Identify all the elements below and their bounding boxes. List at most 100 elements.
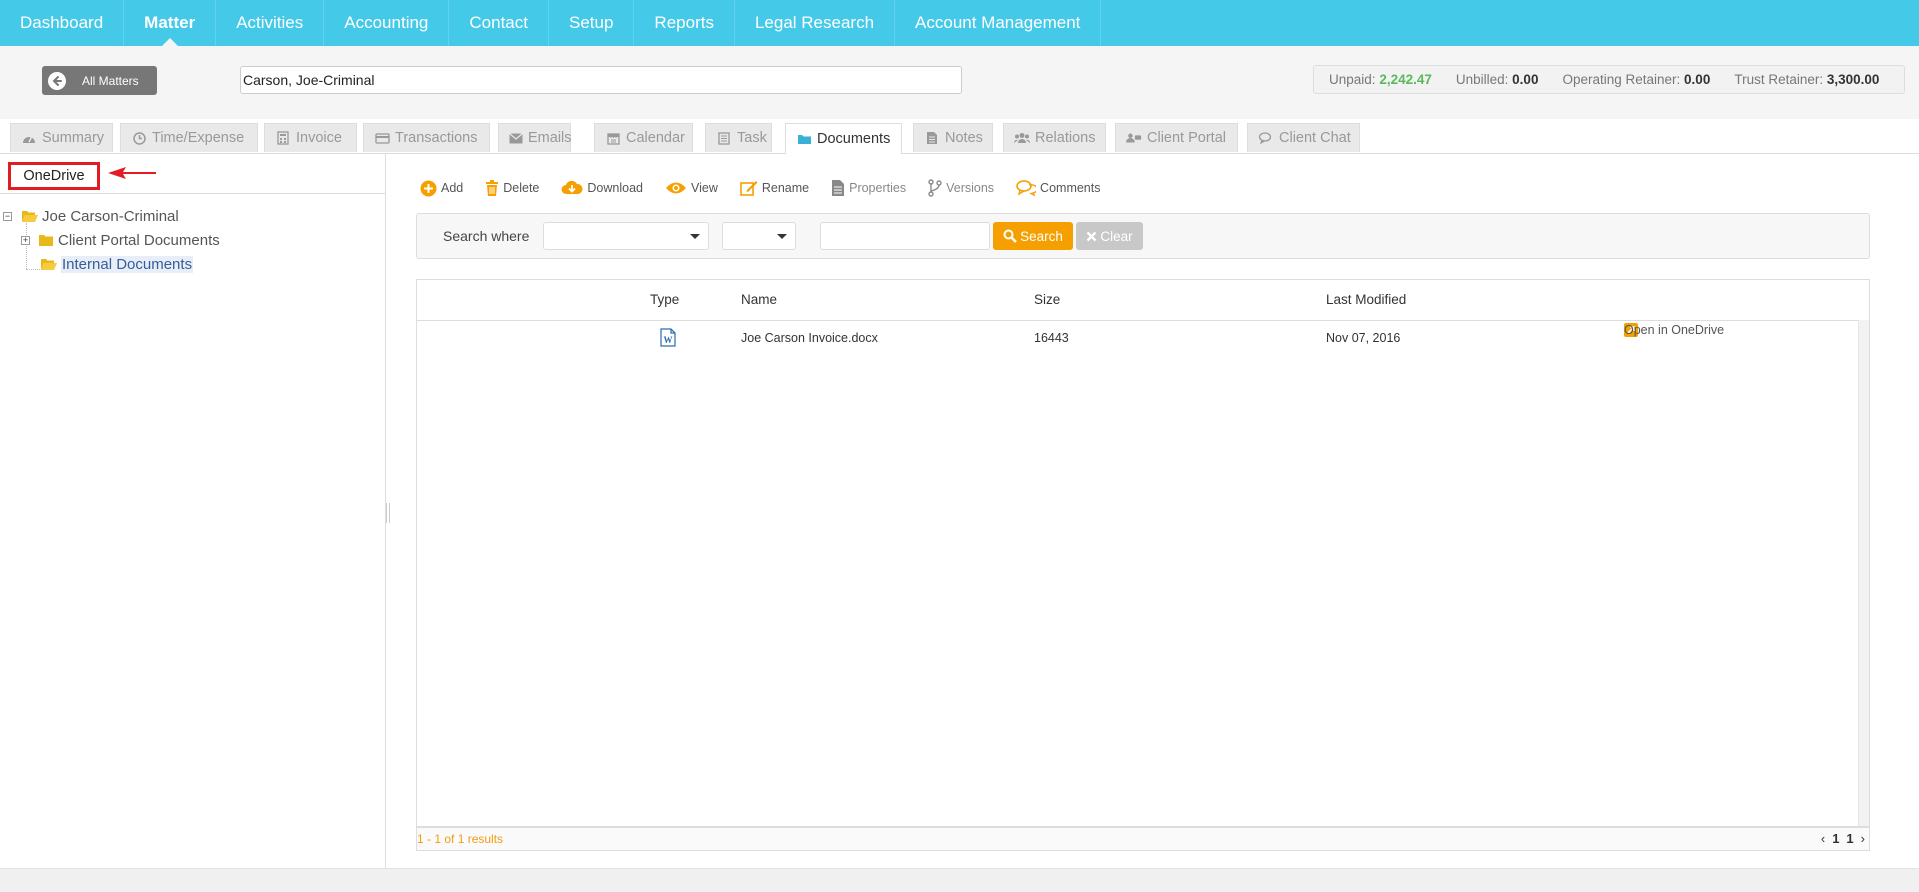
tab-client-chat[interactable]: Client Chat <box>1247 123 1360 152</box>
edit-icon <box>740 180 758 197</box>
tab-documents[interactable]: Documents <box>785 123 902 154</box>
tab-time-expense[interactable]: Time/Expense <box>120 123 258 152</box>
tree-node-client-portal-documents[interactable]: + Client Portal Documents <box>21 232 220 249</box>
cloud-download-icon <box>561 180 583 196</box>
unbilled-balance: Unbilled: 0.00 <box>1455 72 1539 87</box>
collapse-icon[interactable]: − <box>3 212 12 221</box>
folder-icon <box>39 235 53 246</box>
add-button[interactable]: Add <box>420 180 463 197</box>
versions-button[interactable]: Versions <box>928 179 994 197</box>
nav-activities[interactable]: Activities <box>216 0 325 46</box>
word-doc-icon: W <box>660 328 676 350</box>
comments-icon <box>1016 180 1037 196</box>
caret-down-icon <box>690 234 700 239</box>
search-text-input[interactable] <box>820 222 990 250</box>
search-icon <box>1003 229 1017 243</box>
expand-icon[interactable]: + <box>21 236 30 245</box>
comments-button[interactable]: Comments <box>1016 180 1100 196</box>
document-properties-icon <box>831 179 845 197</box>
rename-button[interactable]: Rename <box>740 180 809 197</box>
folder-open-icon <box>22 211 38 222</box>
tab-client-portal[interactable]: Client Portal <box>1115 123 1238 152</box>
column-header-type[interactable]: Type <box>650 292 679 307</box>
nav-matter[interactable]: Matter <box>124 0 217 46</box>
calculator-icon <box>275 131 291 145</box>
column-header-name[interactable]: Name <box>741 292 777 307</box>
delete-button[interactable]: Delete <box>485 179 539 197</box>
current-page[interactable]: 1 <box>1832 831 1839 846</box>
document-toolbar: Add Delete Download View Rename Properti… <box>420 176 1122 200</box>
tab-relations[interactable]: Relations <box>1003 123 1106 152</box>
matter-search-input[interactable]: Carson, Joe-Criminal <box>240 66 962 94</box>
chat-icon <box>1258 131 1274 145</box>
tab-summary[interactable]: Summary <box>10 123 113 152</box>
next-page-button[interactable]: › <box>1861 831 1865 846</box>
calendar-icon <box>605 131 621 145</box>
folder-icon <box>796 132 812 146</box>
nav-contact[interactable]: Contact <box>449 0 549 46</box>
properties-button[interactable]: Properties <box>831 179 906 197</box>
document-modified: Nov 07, 2016 <box>1326 331 1401 345</box>
results-count: 1 - 1 of 1 results <box>417 832 504 846</box>
all-matters-button[interactable]: All Matters <box>42 66 157 95</box>
trust-retainer-balance: Trust Retainer: 3,300.00 <box>1734 72 1880 87</box>
matter-header: All Matters Carson, Joe-Criminal Unpaid:… <box>0 46 1919 119</box>
document-name[interactable]: Joe Carson Invoice.docx <box>741 331 878 345</box>
all-matters-label: All Matters <box>82 73 139 88</box>
nav-accounting[interactable]: Accounting <box>324 0 450 46</box>
unpaid-balance: Unpaid: 2,242.47 <box>1329 72 1432 87</box>
prev-page-button[interactable]: ‹ <box>1821 831 1825 846</box>
close-icon <box>1087 231 1097 241</box>
tree-node-internal-documents[interactable]: Internal Documents <box>40 256 194 273</box>
panel-divider <box>0 193 385 194</box>
clear-button[interactable]: Clear <box>1076 222 1143 250</box>
tab-calendar[interactable]: Calendar <box>594 123 693 152</box>
folder-open-icon <box>41 259 57 270</box>
plus-circle-icon <box>420 180 437 197</box>
task-icon <box>716 131 732 145</box>
panel-splitter-handle[interactable] <box>386 503 390 523</box>
red-arrow-annotation-icon <box>108 167 156 179</box>
nav-dashboard[interactable]: Dashboard <box>0 0 125 46</box>
envelope-icon <box>509 131 523 145</box>
tree-line <box>26 269 40 270</box>
balance-summary: Unpaid: 2,242.47 Unbilled: 0.00 Operatin… <box>1313 65 1905 94</box>
tab-task[interactable]: Task <box>705 123 772 152</box>
search-where-label: Search where <box>443 228 530 244</box>
tab-transactions[interactable]: Transactions <box>363 123 490 152</box>
bottom-status-bar <box>0 868 1919 892</box>
onedrive-source-button[interactable]: OneDrive <box>8 162 100 190</box>
portal-icon <box>1126 131 1142 145</box>
search-operator-select[interactable] <box>722 222 796 250</box>
grid-header: Type Name Size Last Modified <box>417 280 1869 321</box>
search-bar: Search where Search Clear <box>416 213 1870 259</box>
table-row[interactable]: W Joe Carson Invoice.docx 16443 Nov 07, … <box>417 321 1869 359</box>
svg-text:W: W <box>664 335 673 345</box>
tree-node-root[interactable]: − Joe Carson-Criminal <box>3 208 179 225</box>
branch-icon <box>928 179 942 197</box>
search-field-select[interactable] <box>543 222 709 250</box>
column-header-size[interactable]: Size <box>1034 292 1060 307</box>
clock-icon <box>131 131 147 145</box>
nav-reports[interactable]: Reports <box>634 0 735 46</box>
tab-invoice[interactable]: Invoice <box>264 123 357 152</box>
pager: ‹ 1 1 › <box>1821 831 1865 846</box>
matter-tabs: Summary Time/Expense Invoice Transaction… <box>0 119 1919 154</box>
nav-setup[interactable]: Setup <box>549 0 635 46</box>
grid-vertical-scrollbar[interactable] <box>1858 320 1869 830</box>
document-size: 16443 <box>1034 331 1069 345</box>
search-button[interactable]: Search <box>993 222 1073 250</box>
column-header-last-modified[interactable]: Last Modified <box>1326 292 1406 307</box>
eye-icon <box>665 181 687 195</box>
nav-account-management[interactable]: Account Management <box>895 0 1102 46</box>
tab-emails[interactable]: Emails <box>498 123 572 152</box>
nav-legal-research[interactable]: Legal Research <box>735 0 896 46</box>
notes-icon <box>924 131 940 145</box>
download-button[interactable]: Download <box>561 180 643 196</box>
view-button[interactable]: View <box>665 181 718 195</box>
folder-panel: OneDrive − Joe Carson-Criminal + Client … <box>0 154 386 868</box>
total-pages: 1 <box>1846 831 1854 846</box>
documents-grid: Type Name Size Last Modified W Joe Carso… <box>416 279 1870 851</box>
tab-notes[interactable]: Notes <box>913 123 993 152</box>
operating-retainer-balance: Operating Retainer: 0.00 <box>1562 72 1711 87</box>
